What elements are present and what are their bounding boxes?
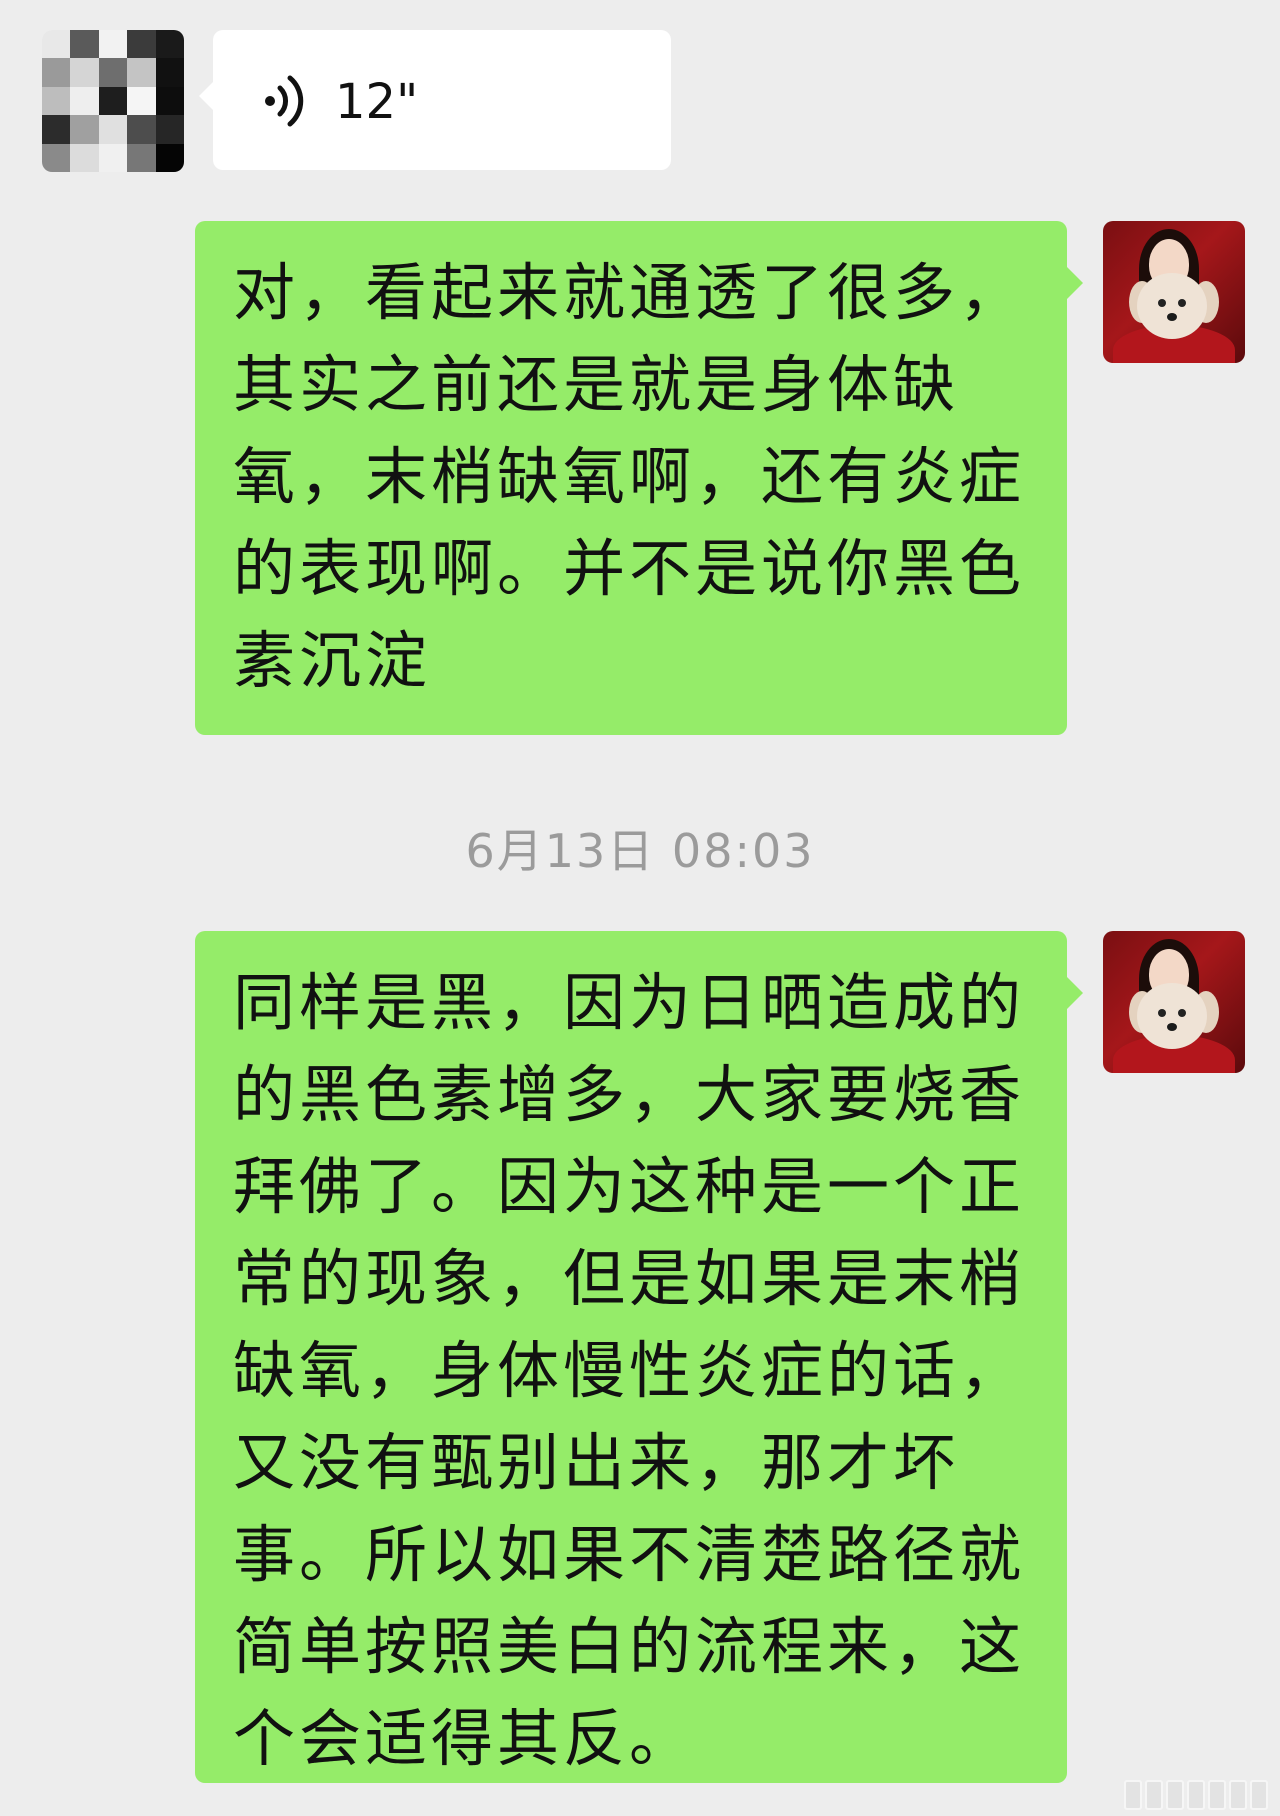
contact-avatar[interactable] bbox=[42, 30, 184, 172]
user-avatar[interactable] bbox=[1103, 931, 1245, 1073]
chat-timestamp: 6月13日 08:03 bbox=[465, 824, 815, 878]
message-text: 同样是黑，因为日晒造成的 的黑色素增多，大家要烧香 拜佛了。因为这种是一个正 常… bbox=[233, 966, 1026, 1775]
voice-duration: 12" bbox=[335, 74, 419, 130]
user-avatar-photo bbox=[1103, 931, 1245, 1073]
pixelated-avatar-image bbox=[42, 30, 184, 172]
voice-message-bubble[interactable]: 12" bbox=[199, 30, 671, 170]
user-avatar-photo bbox=[1103, 221, 1245, 363]
watermark-logo bbox=[1124, 1780, 1268, 1810]
outgoing-message-bubble[interactable]: 对，看起来就通透了很多， 其实之前还是就是身体缺 氧，末梢缺氧啊，还有炎症 的表… bbox=[195, 221, 1083, 735]
outgoing-message-bubble[interactable]: 同样是黑，因为日晒造成的 的黑色素增多，大家要烧香 拜佛了。因为这种是一个正 常… bbox=[195, 931, 1083, 1783]
voice-wave-icon bbox=[265, 75, 304, 127]
message-text: 对，看起来就通透了很多， 其实之前还是就是身体缺 氧，末梢缺氧啊，还有炎症 的表… bbox=[233, 256, 1026, 697]
user-avatar[interactable] bbox=[1103, 221, 1245, 363]
